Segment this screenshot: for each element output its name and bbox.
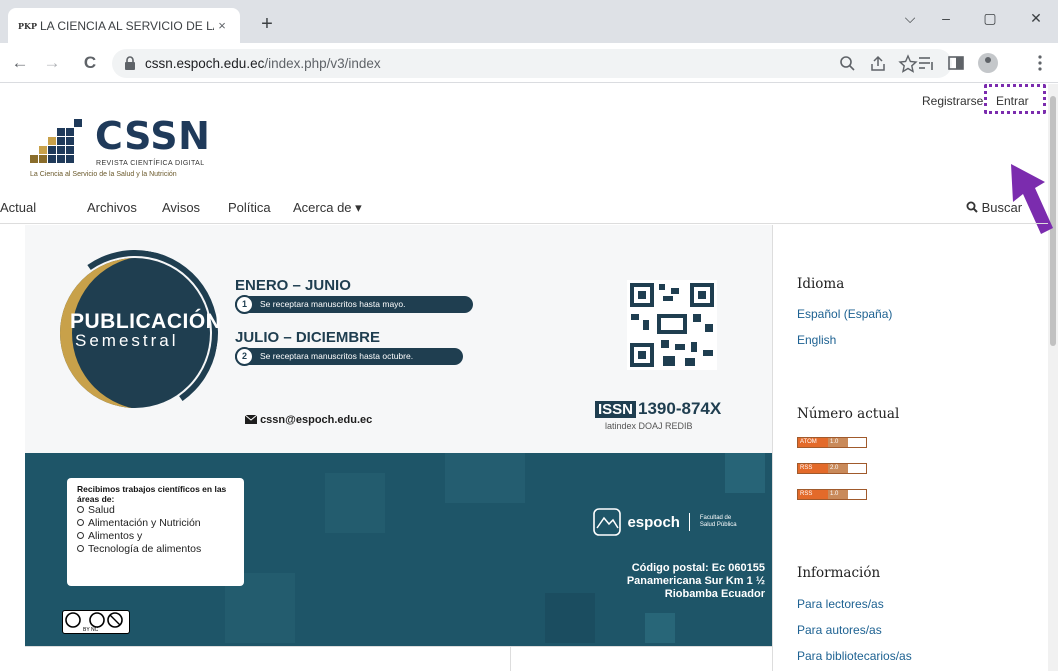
nav-item-archivos[interactable]: Archivos bbox=[87, 200, 137, 215]
browser-tab[interactable]: PKP LA CIENCIA AL SERVICIO DE LA × bbox=[8, 8, 240, 43]
login-highlight-box bbox=[984, 84, 1046, 114]
creative-commons-badge: BY NC bbox=[62, 610, 130, 634]
cssn-logo-icon bbox=[30, 119, 82, 163]
browser-window: PKP LA CIENCIA AL SERVICIO DE LA × + ⌵ –… bbox=[0, 0, 1058, 671]
information-heading: Información bbox=[797, 565, 881, 581]
issn-code: 1390-874X bbox=[638, 399, 722, 418]
url-path: /index.php/v3/index bbox=[264, 56, 381, 71]
main-navigation: Actual Archivos Avisos Política Acerca d… bbox=[0, 200, 1048, 224]
logo-title: CSSN bbox=[95, 114, 211, 158]
period-2-pill: 2 Se receptara manuscritos hasta octubre… bbox=[235, 347, 463, 366]
new-tab-button[interactable]: + bbox=[255, 12, 279, 36]
indexers-logos: latindex DOAJ REDIB bbox=[605, 421, 693, 431]
period-1-number: 1 bbox=[235, 295, 254, 314]
logo-subtitle: REVISTA CIENTÍFICA DIGITAL bbox=[96, 160, 205, 167]
pkp-favicon-icon: PKP bbox=[18, 20, 37, 31]
period-2-text: Se receptara manuscritos hasta octubre. bbox=[260, 351, 414, 361]
reload-button[interactable]: C bbox=[78, 51, 102, 75]
nav-item-avisos[interactable]: Avisos bbox=[162, 200, 200, 215]
language-heading: Idioma bbox=[797, 276, 845, 292]
contact-email-text: cssn@espoch.edu.ec bbox=[260, 414, 373, 426]
side-panel-icon[interactable] bbox=[946, 53, 966, 73]
banner-image-bottom: Recibimos trabajos científicos en las ár… bbox=[25, 453, 772, 646]
register-link[interactable]: Registrarse bbox=[922, 94, 983, 108]
web-page: Registrarse Entrar CSSN REVISTA CIENTÍFI… bbox=[0, 84, 1058, 671]
espoch-logo: espoch Facultad de Salud Pública bbox=[593, 508, 748, 536]
issn-badge: ISSN bbox=[595, 401, 637, 418]
rss1-feed-button[interactable]: RSS 1.0 bbox=[797, 489, 867, 500]
tab-search-chevron-icon[interactable]: ⌵ bbox=[890, 6, 930, 30]
publication-subtitle: Semestral bbox=[75, 331, 179, 350]
kebab-menu-icon[interactable] bbox=[1030, 53, 1050, 73]
area-item: Alimentación y Nutrición bbox=[77, 517, 234, 530]
content-column-divider bbox=[510, 646, 511, 671]
area-item: Salud bbox=[77, 504, 234, 517]
content-bottom-divider bbox=[25, 646, 772, 647]
bookmark-star-icon[interactable] bbox=[898, 54, 918, 74]
address-bar[interactable]: cssn.espoch.edu.ec/index.php/v3/index bbox=[112, 49, 952, 78]
sidebar-divider bbox=[772, 225, 773, 671]
current-issue-heading: Número actual bbox=[797, 406, 900, 422]
zoom-icon[interactable] bbox=[838, 54, 858, 74]
url-host: cssn.espoch.edu.ec bbox=[145, 56, 265, 71]
envelope-icon bbox=[244, 414, 258, 424]
atom-feed-button[interactable]: ATOM 1.0 bbox=[797, 437, 867, 448]
period-1-pill: 1 Se receptara manuscritos hasta mayo. bbox=[235, 295, 473, 314]
issn-block: ISSN 1390-874X bbox=[595, 399, 721, 419]
back-button[interactable]: ← bbox=[8, 51, 32, 75]
cc-label: BY NC bbox=[83, 627, 99, 633]
search-icon bbox=[966, 201, 978, 213]
info-readers-link[interactable]: Para lectores/as bbox=[797, 597, 884, 611]
period-1-title: ENERO – JUNIO bbox=[235, 277, 351, 294]
area-item: Alimentos y bbox=[77, 530, 234, 543]
restore-button[interactable]: ▢ bbox=[970, 6, 1010, 30]
search-link[interactable]: Buscar bbox=[966, 200, 1022, 215]
postal-address: Código postal: Ec 060155 Panamericana Su… bbox=[626, 562, 765, 600]
close-window-button[interactable]: ✕ bbox=[1016, 6, 1056, 30]
areas-heading: Recibimos trabajos científicos en las ár… bbox=[77, 484, 227, 504]
nav-divider bbox=[0, 223, 1048, 224]
url-text: cssn.espoch.edu.ec/index.php/v3/index bbox=[145, 56, 381, 71]
nav-item-politica[interactable]: Política bbox=[228, 200, 271, 215]
info-librarians-link[interactable]: Para bibliotecarios/as bbox=[797, 649, 912, 663]
rss2-feed-button[interactable]: RSS 2.0 bbox=[797, 463, 867, 474]
tab-close-icon[interactable]: × bbox=[214, 18, 230, 33]
profile-avatar[interactable] bbox=[978, 53, 998, 73]
faculty-name: Facultad de Salud Pública bbox=[699, 515, 737, 528]
area-item: Tecnología de alimentos bbox=[77, 543, 234, 556]
minimize-button[interactable]: – bbox=[926, 6, 966, 30]
lock-icon bbox=[125, 56, 135, 70]
logo-tagline: La Ciencia al Servicio de la Salud y la … bbox=[30, 171, 177, 178]
language-spanish-link[interactable]: Español (España) bbox=[797, 307, 892, 321]
info-authors-link[interactable]: Para autores/as bbox=[797, 623, 882, 637]
reading-list-icon[interactable] bbox=[916, 53, 936, 73]
tab-strip: PKP LA CIENCIA AL SERVICIO DE LA × + ⌵ –… bbox=[0, 0, 1058, 43]
espoch-mountain-icon bbox=[593, 508, 621, 536]
espoch-name: espoch bbox=[627, 513, 680, 531]
period-1-text: Se receptara manuscritos hasta mayo. bbox=[260, 299, 406, 309]
tab-title: LA CIENCIA AL SERVICIO DE LA bbox=[40, 18, 214, 33]
language-english-link[interactable]: English bbox=[797, 333, 836, 347]
browser-toolbar: ← → C cssn.espoch.edu.ec/index.php/v3/in… bbox=[0, 43, 1058, 83]
areas-card: Recibimos trabajos científicos en las ár… bbox=[67, 478, 244, 586]
search-label: Buscar bbox=[981, 200, 1023, 215]
banner-image-top: PUBLICACIÓN Semestral ENERO – JUNIO 1 Se… bbox=[25, 225, 772, 453]
nav-item-actual[interactable]: Actual bbox=[0, 200, 36, 215]
forward-button[interactable]: → bbox=[40, 51, 64, 75]
contact-email: cssn@espoch.edu.ec bbox=[244, 414, 373, 426]
period-2-number: 2 bbox=[235, 347, 254, 366]
qr-code-icon bbox=[627, 280, 717, 370]
share-icon[interactable] bbox=[868, 54, 888, 74]
period-2-title: JULIO – DICIEMBRE bbox=[235, 329, 381, 346]
nav-item-acerca-de[interactable]: Acerca de ▾ bbox=[293, 200, 362, 216]
